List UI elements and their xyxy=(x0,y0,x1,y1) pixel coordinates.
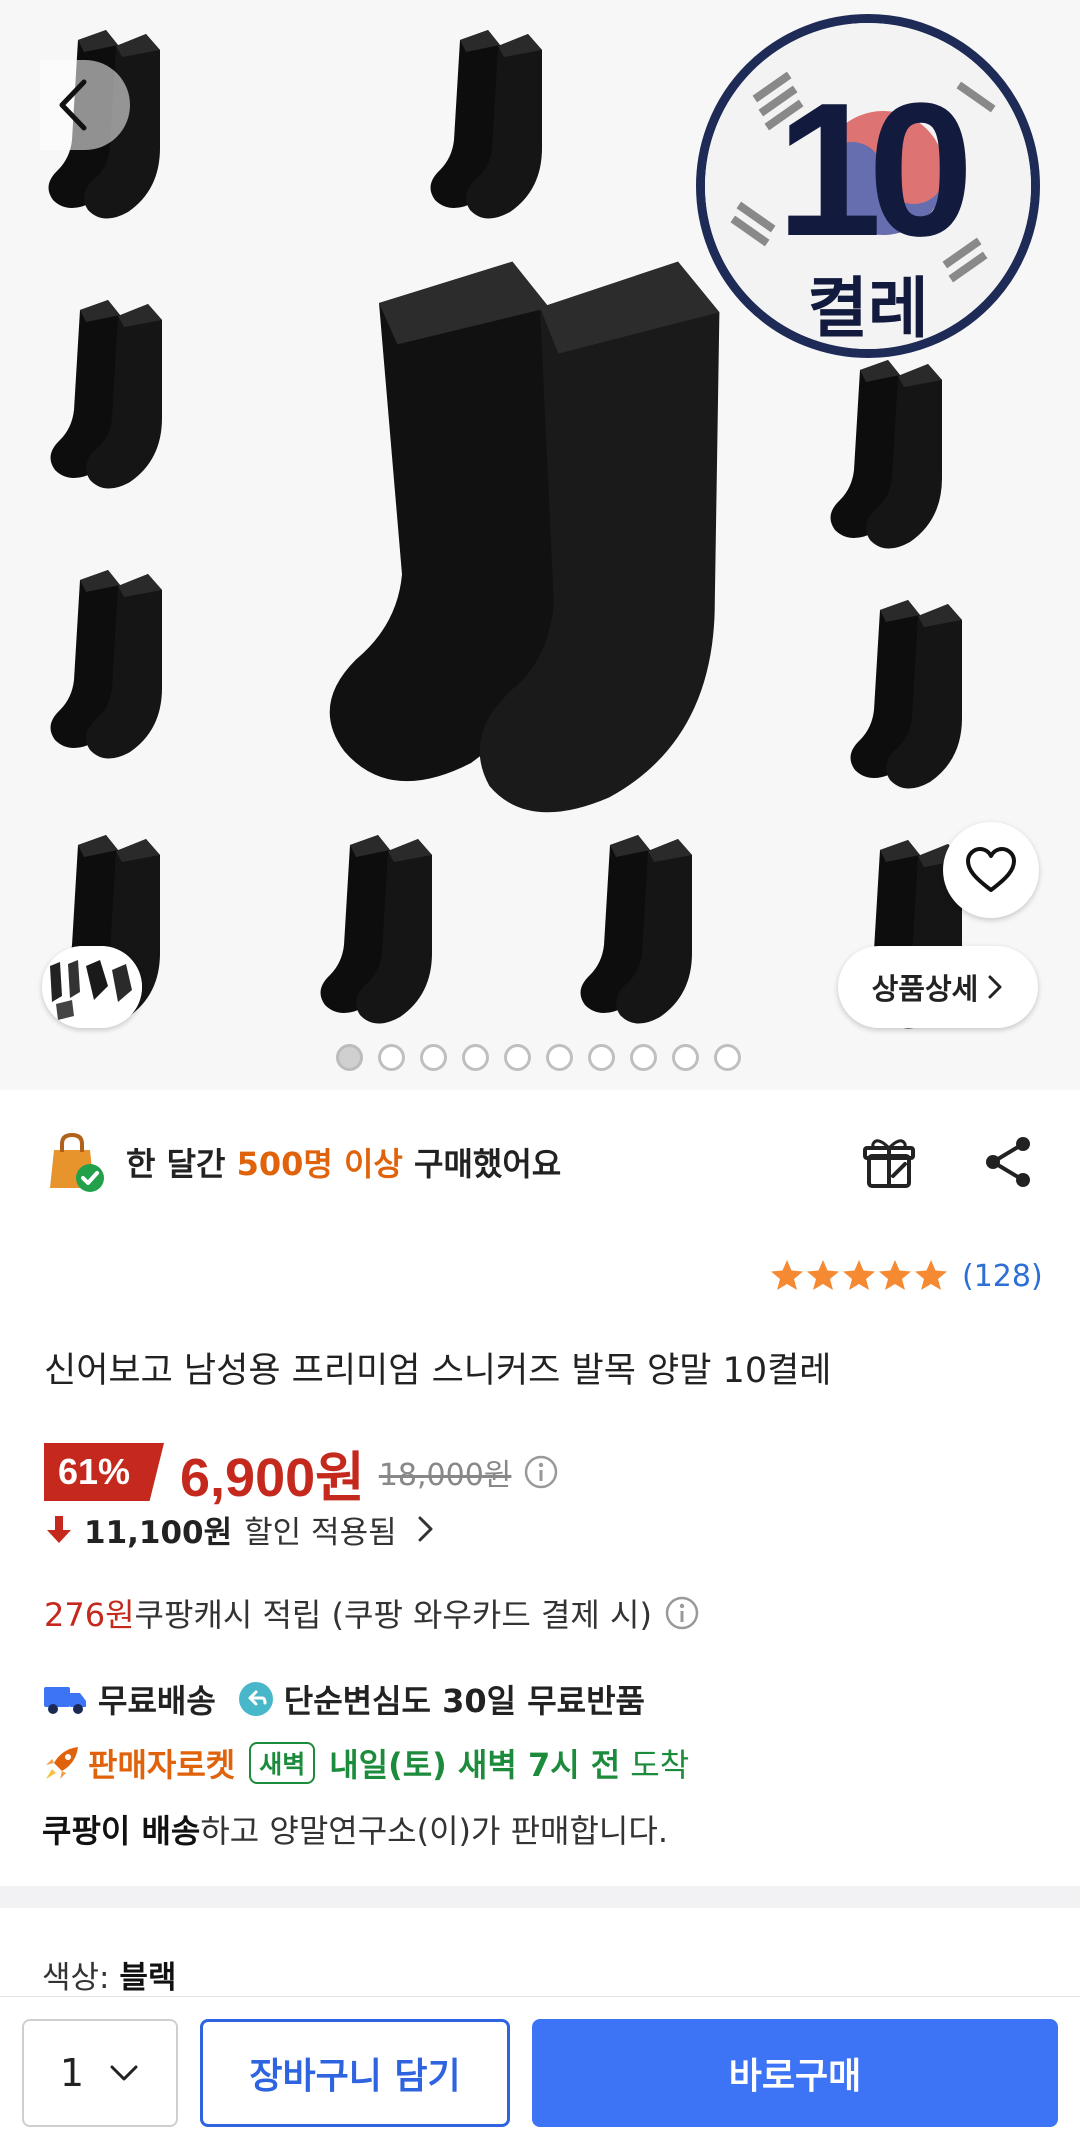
purchase-suffix: 구매했어요 xyxy=(402,1145,562,1183)
carousel-dot[interactable] xyxy=(630,1044,657,1071)
product-image-gallery[interactable]: 10 켤레 상품상세 xyxy=(0,0,1080,1090)
thumbnail-image xyxy=(42,946,142,1028)
purchase-prefix: 한 달간 xyxy=(126,1145,237,1183)
gift-button[interactable] xyxy=(859,1132,919,1196)
add-to-cart-button[interactable]: 장바구니 담기 xyxy=(200,2019,510,2127)
arrival-time: 내일(토) 새벽 7시 전 xyxy=(329,1746,621,1784)
cash-label: 쿠팡캐시 적립 (쿠팡 와우카드 결제 시) xyxy=(134,1596,652,1634)
carousel-indicator xyxy=(336,1044,741,1071)
carousel-dot[interactable] xyxy=(462,1044,489,1071)
rating-row[interactable]: (128) xyxy=(770,1254,1043,1298)
discount-applied-row[interactable]: 11,100원 할인 적용됨 xyxy=(44,1506,441,1552)
share-button[interactable] xyxy=(979,1132,1039,1196)
seller-info-row: 쿠팡이 배송 하고 양말연구소(이)가 판매합니다. xyxy=(42,1804,668,1854)
badge-number: 10 xyxy=(776,64,973,276)
cash-amount: 276원 xyxy=(44,1596,135,1634)
original-price: 18,000원 xyxy=(378,1458,512,1493)
badge-unit: 켤레 xyxy=(807,270,929,347)
gift-icon xyxy=(863,1139,915,1188)
chevron-right-icon xyxy=(988,975,1002,999)
shopping-bag-icon xyxy=(50,1132,104,1192)
quantity-select[interactable]: 1 xyxy=(22,2019,178,2127)
carousel-dot[interactable] xyxy=(588,1044,615,1071)
purchase-highlight: 500명 이상 xyxy=(236,1145,403,1183)
discount-amount: 11,100원 xyxy=(84,1514,233,1551)
rocket-icon xyxy=(46,1747,78,1779)
carousel-dot[interactable] xyxy=(420,1044,447,1071)
carousel-dot[interactable] xyxy=(504,1044,531,1071)
dawn-badge: 새벽 xyxy=(249,1742,316,1784)
sale-price: 6,900원 xyxy=(180,1447,365,1508)
review-count[interactable]: (128) xyxy=(962,1259,1043,1294)
buy-now-button[interactable]: 바로구매 xyxy=(532,2019,1058,2127)
discount-label: 할인 적용됨 xyxy=(244,1514,397,1551)
product-title: 신어보고 남성용 프리미엄 스니커즈 발목 양말 10켤레 xyxy=(44,1351,832,1391)
heart-icon xyxy=(966,847,1016,892)
section-divider xyxy=(0,1886,1080,1908)
option-color-row[interactable]: 색상: 블랙 xyxy=(42,1952,176,1997)
shipping-row: 무료배송 단순변심도 30일 무료반품 xyxy=(42,1674,645,1724)
info-icon[interactable] xyxy=(664,1595,700,1631)
thumbnail-button[interactable] xyxy=(42,946,142,1028)
truck-icon xyxy=(44,1687,86,1714)
seller-bold: 쿠팡이 배송 xyxy=(42,1812,201,1850)
return-icon xyxy=(238,1682,273,1716)
chevron-down-icon xyxy=(110,2065,138,2081)
back-button[interactable] xyxy=(40,60,130,150)
option-value: 블랙 xyxy=(119,1960,177,1996)
arrival-label: 도착 xyxy=(630,1746,690,1784)
carousel-dot[interactable] xyxy=(378,1044,405,1071)
product-detail-button[interactable]: 상품상세 xyxy=(838,946,1038,1028)
option-label: 색상: xyxy=(42,1960,120,1996)
cash-reward-row: 276원 쿠팡캐시 적립 (쿠팡 와우카드 결제 시) xyxy=(44,1588,700,1638)
rocket-label: 판매자로켓 xyxy=(88,1746,236,1784)
rocket-delivery-row: 판매자로켓 새벽 내일(토) 새벽 7시 전 도착 xyxy=(42,1738,689,1788)
carousel-dot[interactable] xyxy=(714,1044,741,1071)
free-return-label: 단순변심도 30일 무료반품 xyxy=(283,1682,645,1720)
carousel-dot[interactable] xyxy=(336,1044,363,1071)
quantity-badge: 10 켤레 xyxy=(696,14,1040,358)
wishlist-button[interactable] xyxy=(943,822,1039,918)
free-shipping-label: 무료배송 xyxy=(98,1682,216,1720)
seller-text: 하고 양말연구소(이)가 판매합니다. xyxy=(200,1812,668,1850)
purchase-count-row: 한 달간 500명 이상 구매했어요 xyxy=(44,1132,1044,1192)
chevron-left-icon xyxy=(59,79,87,131)
quantity-value: 1 xyxy=(59,2051,85,2095)
info-icon[interactable] xyxy=(523,1454,559,1490)
chevron-right-icon xyxy=(418,1516,433,1542)
carousel-dot[interactable] xyxy=(546,1044,573,1071)
bottom-action-bar: 1 장바구니 담기 바로구매 xyxy=(0,1996,1080,2155)
arrow-down-icon xyxy=(47,1516,71,1543)
purchase-count-text: 한 달간 500명 이상 구매했어요 xyxy=(126,1139,561,1185)
price-row: 61% 6,900원 18,000원 xyxy=(44,1440,559,1508)
carousel-dot[interactable] xyxy=(672,1044,699,1071)
discount-badge: 61% xyxy=(44,1443,164,1501)
product-detail-label: 상품상세 xyxy=(871,972,979,1006)
star-rating-icon xyxy=(771,1260,947,1290)
share-icon xyxy=(986,1137,1030,1187)
